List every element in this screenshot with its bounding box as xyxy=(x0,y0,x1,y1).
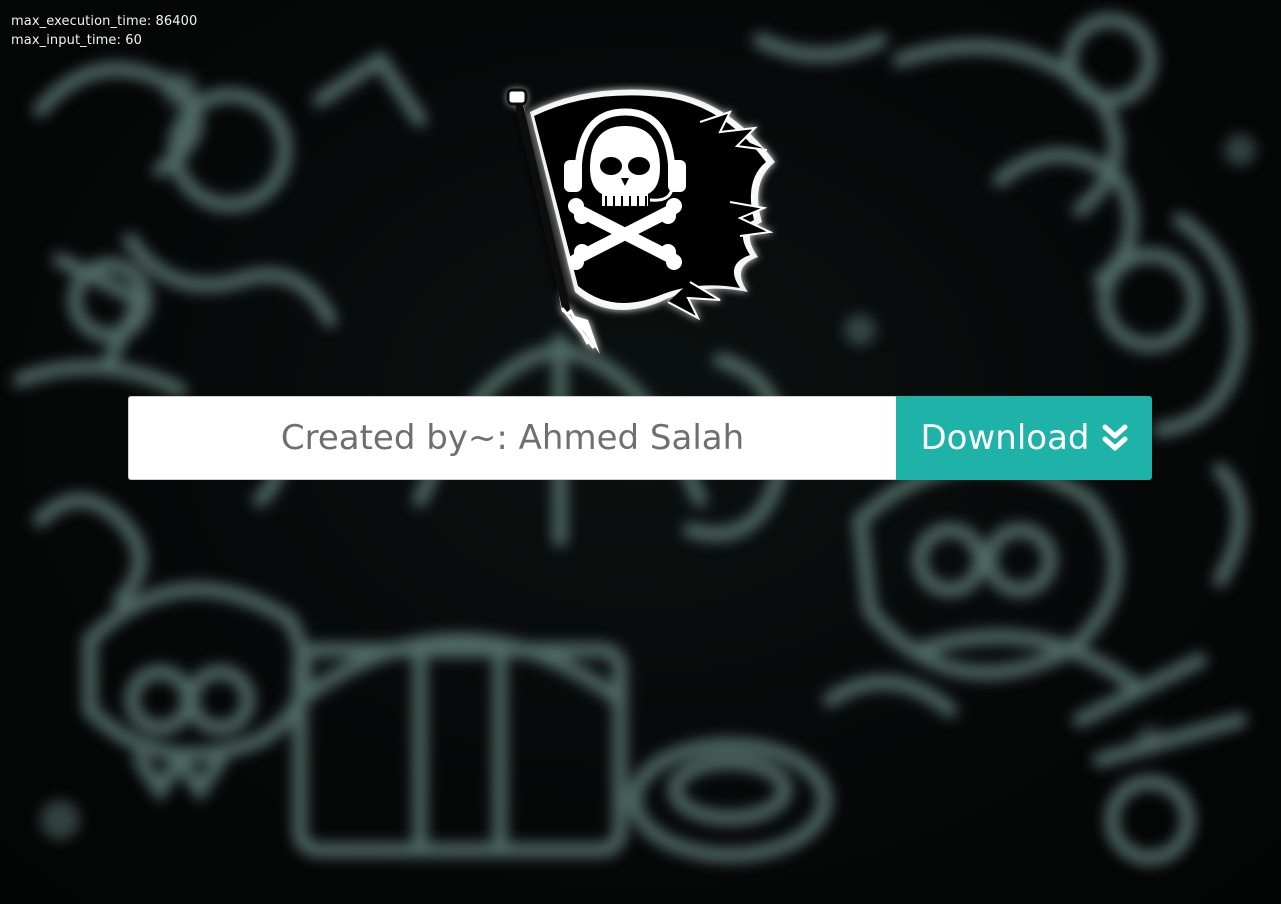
double-chevron-down-icon xyxy=(1102,424,1127,451)
max-input-time-text: max_input_time: 60 xyxy=(11,33,142,48)
max-execution-time-text: max_execution_time: 86400 xyxy=(11,14,198,29)
download-button[interactable]: Download xyxy=(896,396,1152,480)
download-form: Created by~: Ahmed Salah Download xyxy=(128,396,1152,480)
php-debug-output: max_execution_time: 86400 max_input_time… xyxy=(11,12,197,50)
creator-name-field[interactable]: Created by~: Ahmed Salah xyxy=(128,396,896,480)
creator-name-text: Created by~: Ahmed Salah xyxy=(280,418,745,458)
page-background: max_execution_time: 86400 max_input_time… xyxy=(0,0,1281,904)
pirate-skull-flag-icon xyxy=(506,88,775,354)
download-button-label: Download xyxy=(920,418,1090,458)
